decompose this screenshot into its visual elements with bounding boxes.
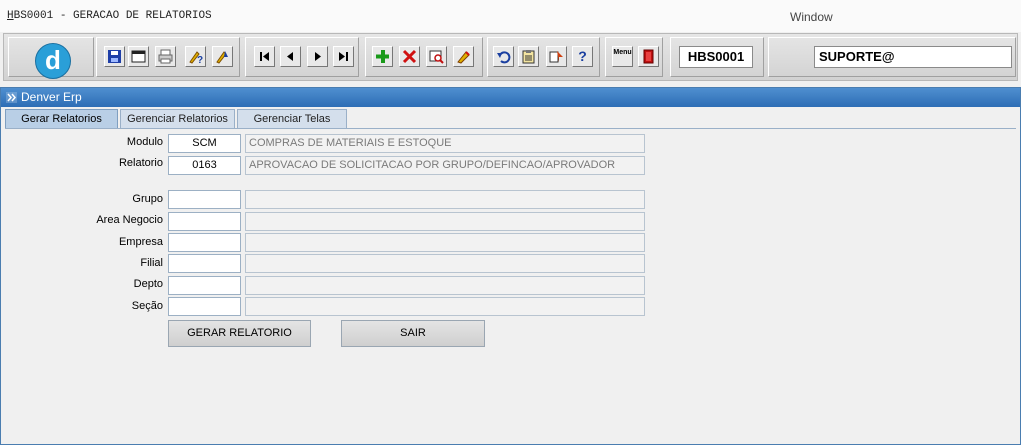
secao-desc-field (245, 297, 645, 316)
label-relatorio: Relatorio (118, 157, 163, 169)
last-record-icon[interactable] (333, 46, 354, 67)
window-icon[interactable] (128, 46, 149, 67)
relatorio-desc-field: APROVACAO DE SOLICITACAO POR GRUPO/DEFIN… (245, 156, 645, 175)
window-header: Denver Erp (1, 88, 1020, 107)
next-record-icon[interactable] (307, 46, 328, 67)
undo-icon[interactable] (493, 46, 514, 67)
app-title-rest: BS0001 - GERACAO DE RELATORIOS (13, 10, 212, 22)
toolbar: d ? ? Menu HBS0001 SUPORTE@ (3, 33, 1018, 81)
form-code-field: HBS0001 (679, 46, 753, 68)
label-secao: Seção (131, 300, 163, 312)
grupo-code-field[interactable] (168, 190, 241, 209)
menu-icon[interactable]: Menu (612, 46, 633, 67)
grupo-desc-field (245, 190, 645, 209)
list-icon[interactable] (546, 46, 567, 67)
secao-code-field[interactable] (168, 297, 241, 316)
tab-gerenciar-telas[interactable]: Gerenciar Telas (237, 109, 347, 128)
search-record-icon[interactable] (426, 46, 447, 67)
title-bar: HBS0001 - GERACAO DE RELATORIOS Window (0, 0, 1021, 32)
delete-record-icon[interactable] (399, 46, 420, 67)
help-icon[interactable]: ? (572, 46, 593, 67)
label-area-negocio: Area Negocio (96, 214, 163, 226)
relatorio-code-field[interactable]: 0163 (168, 156, 241, 175)
label-empresa: Empresa (118, 236, 163, 248)
window-title: Denver Erp (21, 90, 82, 104)
label-filial: Filial (140, 257, 163, 269)
insert-record-icon[interactable] (372, 46, 393, 67)
svg-text:?: ? (197, 55, 203, 64)
print-icon[interactable] (155, 46, 176, 67)
depto-desc-field (245, 276, 645, 295)
sair-button[interactable]: SAIR (341, 320, 485, 347)
tab-gerar-relatorios[interactable]: Gerar Relatorios (5, 109, 118, 128)
clipboard-icon[interactable] (518, 46, 539, 67)
empresa-code-field[interactable] (168, 233, 241, 252)
first-record-icon[interactable] (254, 46, 275, 67)
label-depto: Depto (133, 278, 163, 290)
label-grupo: Grupo (132, 193, 163, 205)
tab-gerenciar-relatorios[interactable]: Gerenciar Relatorios (120, 109, 235, 128)
app-title-mnemonic: H (7, 10, 14, 22)
tab-divider (5, 128, 1016, 129)
previous-record-icon[interactable] (280, 46, 301, 67)
empresa-desc-field (245, 233, 645, 252)
toolbar-logo-group: d (8, 37, 94, 79)
help-query-icon[interactable]: ? (185, 46, 206, 67)
gerar-relatorio-button[interactable]: GERAR RELATORIO (168, 320, 311, 347)
exit-icon[interactable] (638, 46, 659, 67)
save-icon[interactable] (104, 46, 125, 67)
query-icon[interactable] (212, 46, 233, 67)
app-title: HBS0001 - GERACAO DE RELATORIOS (7, 10, 212, 22)
label-modulo: Modulo (126, 136, 163, 148)
edit-icon[interactable] (453, 46, 474, 67)
user-field: SUPORTE@ (814, 46, 1012, 68)
modulo-desc-field: COMPRAS DE MATERIAIS E ESTOQUE (245, 134, 645, 153)
denver-logo-icon: d (35, 43, 71, 79)
window-icon (6, 92, 17, 103)
window-menu[interactable]: Window (790, 10, 833, 24)
filial-code-field[interactable] (168, 254, 241, 273)
area-negocio-code-field[interactable] (168, 212, 241, 231)
modulo-code-field[interactable]: SCM (168, 134, 241, 153)
filial-desc-field (245, 254, 645, 273)
depto-code-field[interactable] (168, 276, 241, 295)
area-negocio-desc-field (245, 212, 645, 231)
